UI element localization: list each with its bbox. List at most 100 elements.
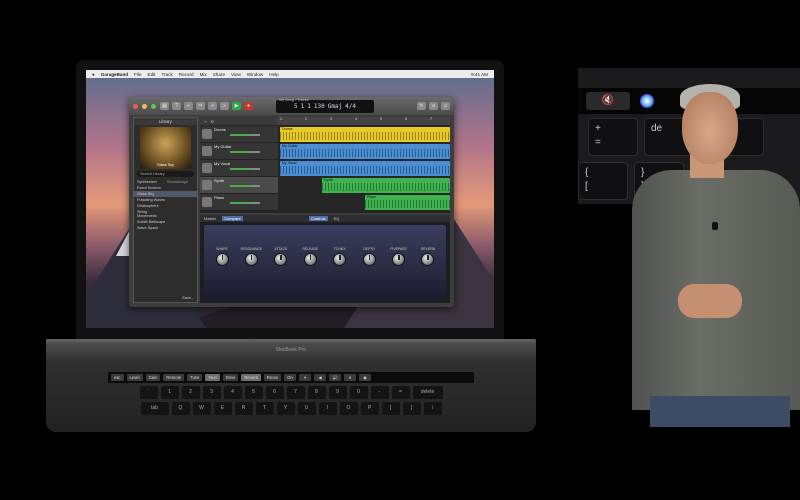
minimize-window-button[interactable]	[142, 103, 147, 109]
close-icon[interactable]: ✕	[344, 374, 357, 381]
notepad-icon[interactable]: ✎	[417, 102, 426, 110]
smart-controls-icon[interactable]: ◐	[184, 102, 193, 110]
key[interactable]: \	[423, 402, 442, 415]
key[interactable]: 3	[202, 386, 221, 399]
key[interactable]: 0	[349, 386, 368, 399]
menu-mix[interactable]: Mix	[200, 72, 207, 77]
touchbar-gain[interactable]: Gain	[145, 374, 161, 381]
library-row[interactable]: Wave Space	[134, 225, 197, 231]
menu-window[interactable]: Window	[247, 72, 263, 77]
quick-help-icon[interactable]: ?	[172, 102, 181, 110]
brightness-icon[interactable]: ☀	[299, 374, 312, 381]
forward-icon[interactable]: »	[220, 102, 229, 110]
rewind-icon[interactable]: «	[208, 102, 217, 110]
record-button[interactable]: ●	[244, 102, 253, 110]
zoom-window-button[interactable]	[151, 103, 156, 109]
key[interactable]: 4	[223, 386, 242, 399]
key[interactable]: 7	[286, 386, 305, 399]
knob-fivepass[interactable]: FIVEPASS	[387, 247, 411, 266]
knob-shape[interactable]: SHAPE	[210, 247, 234, 266]
knob-attack[interactable]: ATTACK	[269, 247, 293, 266]
key[interactable]: O	[339, 402, 358, 415]
volume-slider[interactable]	[230, 168, 260, 170]
key[interactable]: T	[255, 402, 274, 415]
knob-release[interactable]: RELEASE	[298, 247, 322, 266]
knob-to-mix[interactable]: TO MIX	[328, 247, 352, 266]
siri-icon[interactable]: ◉	[359, 374, 372, 381]
key[interactable]: ]	[402, 402, 421, 415]
menu-help[interactable]: Help	[269, 72, 278, 77]
menu-record[interactable]: Record	[179, 72, 194, 77]
menu-edit[interactable]: Edit	[148, 72, 156, 77]
knob-reverb[interactable]: REVERB	[416, 247, 440, 266]
key[interactable]: E	[213, 402, 232, 415]
volume-slider[interactable]	[230, 134, 260, 136]
touchbar-on[interactable]: On	[284, 374, 297, 381]
region-vocal[interactable]: My Vocal	[280, 161, 450, 176]
key[interactable]: Q	[171, 402, 190, 415]
menu-view[interactable]: View	[231, 72, 241, 77]
track-header-drums[interactable]: Drums	[200, 126, 278, 143]
key[interactable]: U	[297, 402, 316, 415]
knob-resonance[interactable]: RESONANCE	[239, 247, 263, 266]
touchbar-drive[interactable]: Drive	[222, 374, 239, 381]
volume-slider[interactable]	[230, 202, 260, 204]
menu-share[interactable]: Share	[213, 72, 225, 77]
key[interactable]: =	[391, 386, 410, 399]
key[interactable]: I	[318, 402, 337, 415]
touchbar-reverb[interactable]: Reverb	[241, 374, 261, 381]
menu-app-name[interactable]: GarageBand	[101, 72, 128, 77]
touchbar-esc[interactable]: esc	[111, 374, 124, 381]
volume-slider[interactable]	[230, 185, 260, 187]
apple-menu[interactable]: ●	[92, 72, 95, 77]
key[interactable]: 8	[307, 386, 326, 399]
key[interactable]: W	[192, 402, 211, 415]
library-search-input[interactable]: Search Library	[137, 171, 194, 177]
touchbar-remote[interactable]: Remote	[163, 374, 185, 381]
volume-slider[interactable]	[230, 151, 260, 153]
volume-up-icon[interactable]: 🔊	[329, 374, 342, 381]
region-drums[interactable]: Drums	[280, 127, 450, 142]
key[interactable]: [	[381, 402, 400, 415]
save-button[interactable]: Save...	[182, 296, 194, 300]
cycle-icon[interactable]: ⟲	[210, 119, 213, 124]
key[interactable]: P	[360, 402, 379, 415]
close-window-button[interactable]	[133, 103, 138, 109]
timeline-ruler[interactable]: 1 2 3 4 5 6 7	[278, 117, 450, 125]
clock[interactable]: 9:41 AM	[471, 72, 488, 77]
play-button[interactable]: ▶	[232, 102, 241, 110]
tab-master[interactable]: Master	[204, 216, 216, 221]
region-piano[interactable]: Piano	[365, 195, 450, 210]
key[interactable]: 2	[181, 386, 200, 399]
key[interactable]: 6	[265, 386, 284, 399]
tab-eq[interactable]: EQ	[334, 216, 340, 221]
volume-down-icon[interactable]: ◀	[314, 374, 327, 381]
key[interactable]: `	[139, 386, 158, 399]
tab-controls[interactable]: Controls	[308, 216, 328, 221]
region-synth[interactable]: Synth	[322, 178, 450, 193]
touchbar-tune[interactable]: Tune	[187, 374, 203, 381]
add-track-button[interactable]: +	[204, 119, 206, 124]
touchbar-feel[interactable]: Feel	[205, 374, 220, 381]
key[interactable]: 9	[328, 386, 347, 399]
touchbar-room[interactable]: Room	[263, 374, 282, 381]
region-guitar[interactable]: My Guitar	[280, 144, 450, 159]
track-header-guitar[interactable]: My Guitar	[200, 143, 278, 160]
media-browser-icon[interactable]: ♫	[441, 102, 450, 110]
key[interactable]: -	[370, 386, 389, 399]
knob-depth[interactable]: DEPTH	[357, 247, 381, 266]
menu-track[interactable]: Track	[161, 72, 172, 77]
key-tab[interactable]: tab	[140, 402, 169, 415]
tab-compare[interactable]: Compare	[222, 216, 243, 221]
track-header-synth[interactable]: Synth	[200, 177, 278, 194]
library-toggle-icon[interactable]: ▤	[160, 102, 169, 110]
key[interactable]: 5	[244, 386, 263, 399]
key[interactable]: Y	[276, 402, 295, 415]
key[interactable]: 1	[160, 386, 179, 399]
editors-icon[interactable]: ✂	[196, 102, 205, 110]
loop-browser-icon[interactable]: ∞	[429, 102, 438, 110]
track-header-piano[interactable]: Piano	[200, 194, 278, 211]
library-row[interactable]: String Movements	[134, 209, 197, 219]
track-header-vocal[interactable]: My Vocal	[200, 160, 278, 177]
touchbar-level[interactable]: Level	[126, 374, 143, 381]
